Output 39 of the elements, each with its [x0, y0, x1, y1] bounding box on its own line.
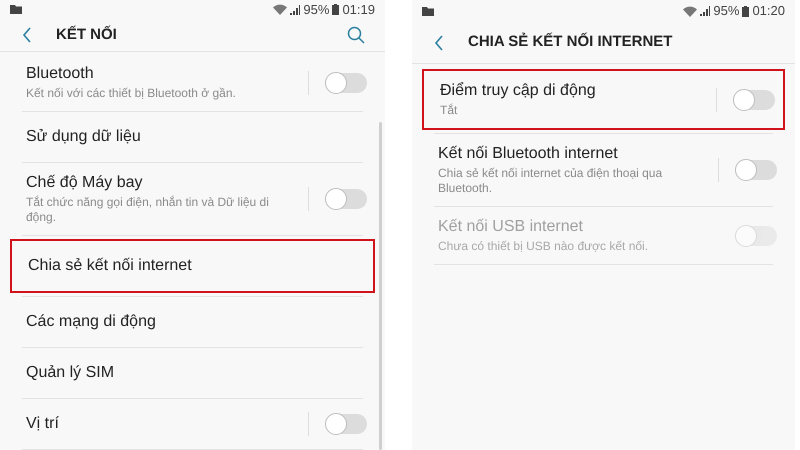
item-title: Các mạng di động	[26, 312, 157, 332]
item-title: Kết nối Bluetooth internet	[438, 144, 619, 164]
toggle-switch[interactable]	[735, 160, 777, 180]
screen-title: KẾT NỐI	[56, 24, 118, 45]
battery-percent: 95%	[303, 1, 330, 19]
item-title: Vị trí	[26, 414, 60, 434]
item-title: Kết nối USB internet	[438, 217, 584, 237]
item-subtitle: Chia sẻ kết nối internet của điện thoại qua Bluetooth.	[438, 166, 664, 196]
toggle-switch[interactable]	[325, 414, 367, 434]
item-title: Chia sẻ kết nối internet	[28, 256, 193, 276]
battery-icon	[742, 6, 750, 16]
toggle-switch[interactable]	[733, 90, 775, 110]
signal-icon	[290, 4, 300, 15]
highlight-frame[interactable]: Điểm truy cập di động Tắt	[422, 69, 785, 130]
search-icon[interactable]	[347, 26, 365, 44]
toggle-switch[interactable]	[325, 189, 367, 209]
status-time: 01:20	[752, 2, 785, 20]
item-subtitle: Kết nối với các thiết bị Bluetooth ở gần.	[26, 86, 237, 101]
folder-icon	[422, 6, 434, 16]
wifi-icon	[683, 6, 698, 16]
item-title: Sử dụng dữ liệu	[26, 127, 142, 147]
status-time: 01:19	[342, 1, 375, 19]
battery-icon	[332, 4, 340, 16]
battery-percent: 95%	[713, 2, 740, 20]
screen-title: CHIA SẺ KẾT NỐI INTERNET	[468, 32, 674, 52]
highlight-frame[interactable]: Chia sẻ kết nối internet	[10, 239, 375, 293]
item-subtitle: Chưa có thiết bị USB nào được kết nối.	[438, 239, 650, 254]
signal-icon	[700, 6, 710, 16]
item-subtitle: Tắt	[440, 103, 458, 118]
back-icon[interactable]	[22, 27, 32, 44]
wifi-icon	[273, 4, 288, 16]
item-title: Quản lý SIM	[26, 363, 116, 383]
toggle-switch[interactable]	[325, 72, 367, 92]
back-icon[interactable]	[434, 34, 444, 50]
item-title: Điểm truy cập di động	[440, 81, 597, 101]
item-title: Bluetooth	[26, 64, 95, 84]
item-subtitle: Tắt chức năng gọi điện, nhắn tin và Dữ liệu di động.	[26, 195, 270, 225]
folder-icon	[10, 5, 22, 14]
item-title: Chế độ Máy bay	[26, 173, 144, 193]
